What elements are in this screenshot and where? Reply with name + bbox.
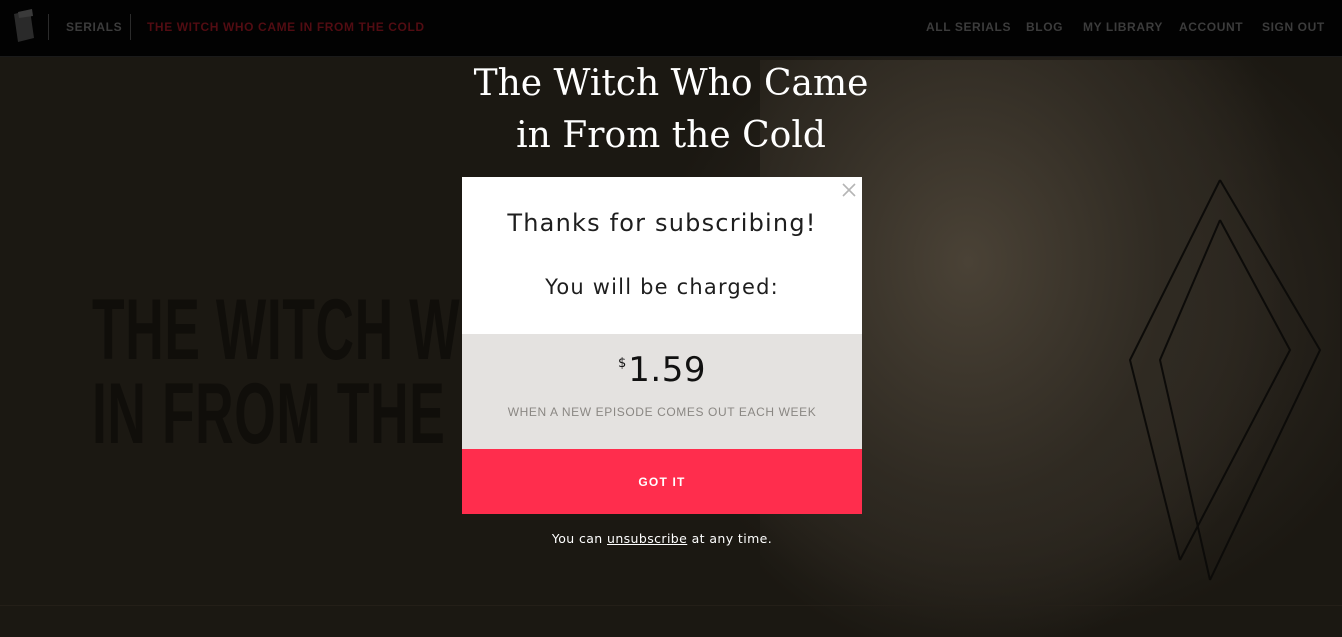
price-panel: $1.59 WHEN A NEW EPISODE COMES OUT EACH …	[462, 334, 862, 449]
nav-account-link[interactable]: ACCOUNT	[1179, 20, 1243, 34]
nav-sign-out-link[interactable]: SIGN OUT	[1262, 20, 1325, 34]
billing-frequency-note: WHEN A NEW EPISODE COMES OUT EACH WEEK	[507, 405, 817, 419]
page-divider	[0, 605, 1342, 606]
charge-label: You will be charged:	[545, 275, 779, 299]
close-icon[interactable]	[839, 180, 859, 200]
serial-title-line2: in From the Cold	[516, 115, 826, 156]
nav-current-serial[interactable]: THE WITCH WHO CAME IN FROM THE COLD	[147, 20, 425, 34]
nav-divider	[130, 14, 131, 40]
got-it-button[interactable]: GOT IT	[462, 449, 862, 514]
currency-symbol: $	[618, 356, 627, 371]
modal-heading: Thanks for subscribing!	[507, 209, 817, 237]
nav-serials-link[interactable]: SERIALS	[66, 20, 122, 34]
nav-divider	[48, 14, 49, 40]
price-amount: 1.59	[628, 350, 706, 390]
site-logo-icon[interactable]	[10, 8, 38, 44]
unsubscribe-note-suffix: at any time.	[687, 531, 773, 546]
nav-my-library-link[interactable]: MY LIBRARY	[1083, 20, 1163, 34]
serial-title: The Witch Who Came in From the Cold	[421, 58, 921, 162]
unsubscribe-note: You can unsubscribe at any time.	[462, 531, 862, 546]
cover-art-title-line2: IN FROM THE C	[92, 366, 500, 462]
top-nav: SERIALS THE WITCH WHO CAME IN FROM THE C…	[0, 0, 1342, 57]
unsubscribe-note-prefix: You can	[551, 531, 607, 546]
price-display: $1.59	[462, 350, 862, 390]
serial-title-line1: The Witch Who Came	[473, 63, 869, 104]
nav-all-serials-link[interactable]: ALL SERIALS	[926, 20, 1011, 34]
unsubscribe-link[interactable]: unsubscribe	[607, 531, 687, 546]
cover-art-diamond-shape	[1128, 179, 1322, 581]
cover-art-title: THE WITCH W IN FROM THE C	[92, 282, 500, 462]
cover-art-title-line1: THE WITCH W	[92, 282, 461, 378]
nav-blog-link[interactable]: BLOG	[1026, 20, 1063, 34]
subscription-modal: Thanks for subscribing! You will be char…	[462, 177, 862, 514]
